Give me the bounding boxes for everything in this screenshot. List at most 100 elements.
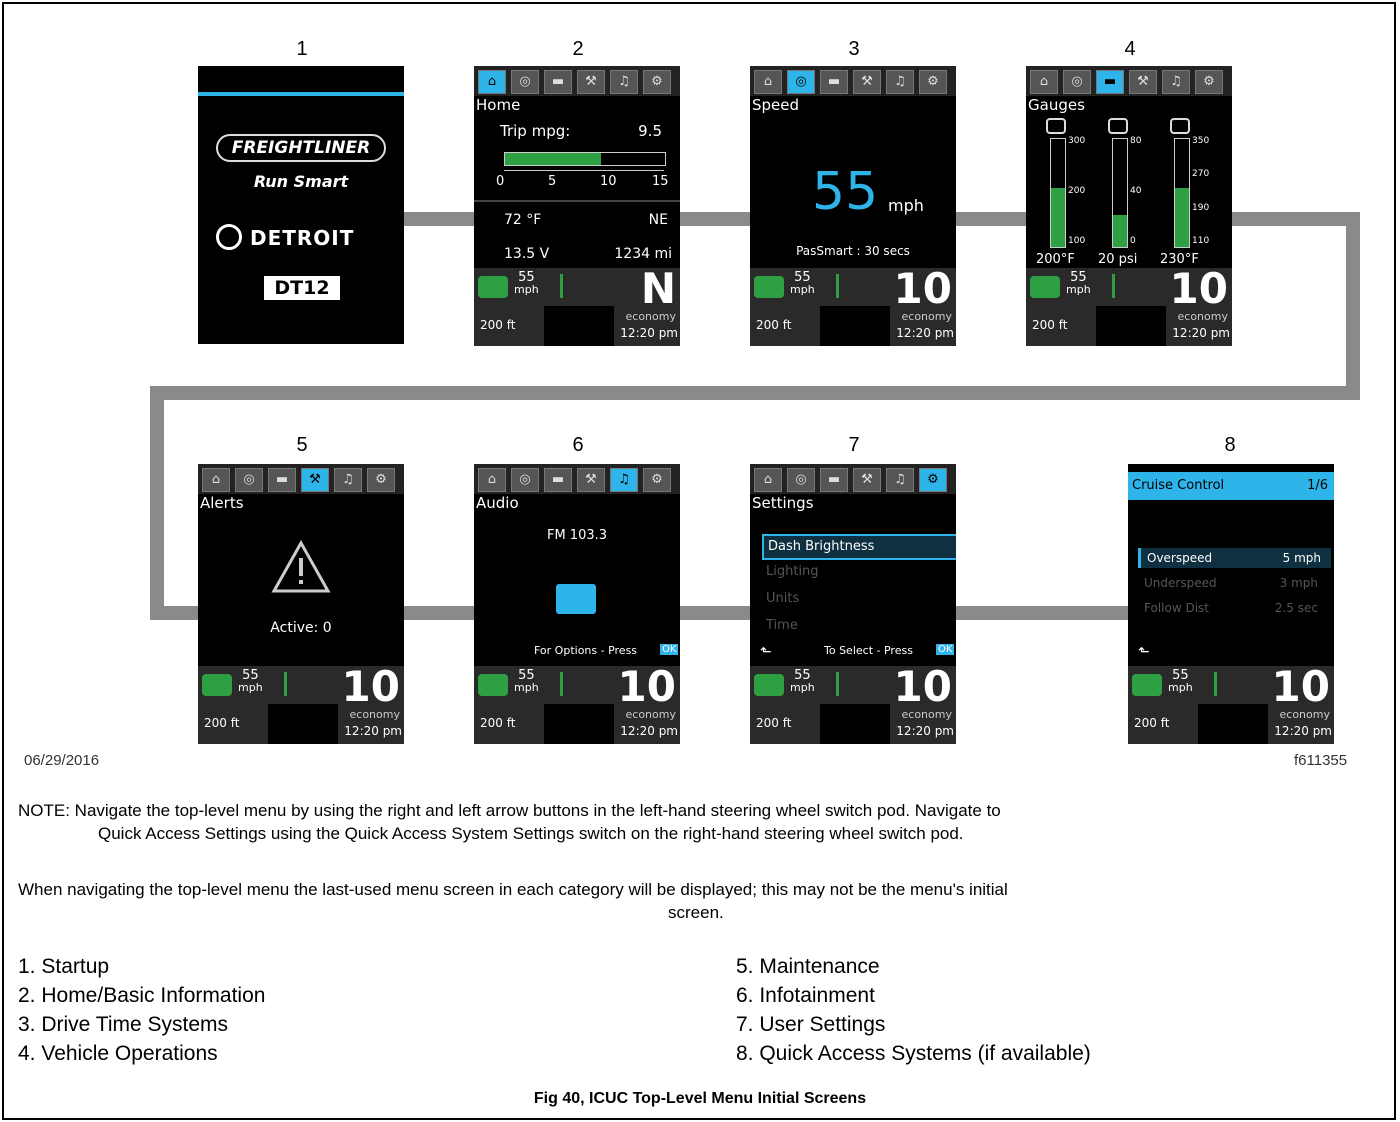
tab-music-icon[interactable]: ♫: [610, 468, 638, 492]
truck-icon: [754, 276, 784, 298]
gauge-tick-label: 350: [1192, 136, 1210, 146]
tab-home-icon[interactable]: ⌂: [478, 70, 506, 94]
detroit-logo-icon: [216, 224, 242, 250]
tab-home-icon[interactable]: ⌂: [478, 468, 506, 492]
gauge-tick-label: 40: [1130, 186, 1142, 196]
quick-row[interactable]: Follow Dist 2.5 sec: [1138, 598, 1328, 618]
tab-truck-icon[interactable]: ▬: [268, 468, 296, 492]
tab-home-icon[interactable]: ⌂: [754, 468, 782, 492]
settings-item[interactable]: Lighting: [762, 561, 954, 583]
ok-button[interactable]: OK: [936, 644, 955, 655]
footer-blank: [820, 306, 890, 346]
quick-row-value: 3 mph: [1279, 576, 1318, 590]
trip-bar: [504, 152, 666, 166]
quick-row-value: 2.5 sec: [1274, 601, 1318, 615]
tab-music-icon[interactable]: ♫: [1162, 70, 1190, 94]
footer-speed-unit: mph: [238, 681, 263, 694]
tab-steering-wheel-icon[interactable]: ◎: [1063, 70, 1091, 94]
truck-icon: [202, 674, 232, 696]
tab-truck-icon[interactable]: ▬: [820, 70, 848, 94]
settings-item[interactable]: Time: [762, 615, 954, 637]
tab-truck-icon[interactable]: ▬: [544, 70, 572, 94]
clock: 12:20 pm: [344, 724, 402, 738]
footer-speed-unit: mph: [790, 283, 815, 296]
tab-truck-icon[interactable]: ▬: [1096, 70, 1124, 94]
gauge-tick-label: 80: [1130, 136, 1142, 146]
tab-home-icon[interactable]: ⌂: [202, 468, 230, 492]
figure-id: f611355: [1294, 752, 1348, 769]
tab-settings-icon[interactable]: ⚙: [643, 468, 671, 492]
figure-caption: Fig 40, ICUC Top-Level Menu Initial Scre…: [533, 1090, 867, 1107]
tab-music-icon[interactable]: ♫: [610, 70, 638, 94]
tab-settings-icon[interactable]: ⚙: [367, 468, 395, 492]
tab-steering-wheel-icon[interactable]: ◎: [235, 468, 263, 492]
screen-title: Audio: [476, 494, 519, 512]
tab-bar: ⌂ ◎ ▬ ⚒ ♫ ⚙: [474, 464, 680, 494]
tab-settings-icon[interactable]: ⚙: [643, 70, 671, 94]
status-footer: 55 mph 10 200 ft economy 12:20 pm: [1128, 662, 1334, 744]
ok-button[interactable]: OK: [660, 644, 679, 655]
gauge-tick-label: 100: [1068, 236, 1086, 246]
screen-settings: Settings Dash Brightness Lighting Units Tim…: [750, 464, 956, 744]
gauge-reading: 200°F: [1036, 252, 1075, 267]
tab-wrench-icon[interactable]: ⚒: [853, 468, 881, 492]
freightliner-logo: FREIGHTLINER: [216, 134, 386, 162]
drive-mode: economy: [625, 708, 676, 721]
quick-row[interactable]: Overspeed 5 mph: [1138, 548, 1331, 568]
truck-icon: [478, 276, 508, 298]
gauge-tick-label: 110: [1192, 236, 1210, 246]
speed-value: 55: [812, 162, 879, 222]
footer-blank: [544, 704, 614, 744]
tab-wrench-icon[interactable]: ⚒: [301, 468, 329, 492]
trip-axis: [504, 170, 664, 171]
tab-music-icon[interactable]: ♫: [886, 70, 914, 94]
legend-item: 8. Quick Access Systems (if available): [736, 1042, 1091, 1065]
gear-indicator: 10: [617, 662, 676, 711]
tab-home-icon[interactable]: ⌂: [1030, 70, 1058, 94]
quick-page: 1/6: [1307, 478, 1328, 493]
connector-right: [1346, 212, 1360, 400]
gauge-bar: [1050, 138, 1066, 248]
tab-steering-wheel-icon[interactable]: ◎: [787, 70, 815, 94]
quick-row[interactable]: Underspeed 3 mph: [1138, 573, 1328, 593]
tab-wrench-icon[interactable]: ⚒: [577, 468, 605, 492]
tab-wrench-icon[interactable]: ⚒: [853, 70, 881, 94]
panel-number-3: 3: [848, 38, 860, 60]
footer-speed: 55 mph: [514, 668, 539, 694]
tab-truck-icon[interactable]: ▬: [544, 468, 572, 492]
following-distance: 200 ft: [480, 716, 516, 730]
quick-header: Cruise Control 1/6: [1128, 472, 1334, 500]
tab-steering-wheel-icon[interactable]: ◎: [787, 468, 815, 492]
panel-number-4: 4: [1124, 38, 1136, 60]
tab-wrench-icon[interactable]: ⚒: [577, 70, 605, 94]
gauge-fill: [1051, 187, 1065, 247]
tab-music-icon[interactable]: ♫: [886, 468, 914, 492]
footer-speed: 55 mph: [1168, 668, 1193, 694]
clock: 12:20 pm: [1172, 326, 1230, 340]
tab-steering-wheel-icon[interactable]: ◎: [511, 70, 539, 94]
clock: 12:20 pm: [620, 724, 678, 738]
following-distance: 200 ft: [756, 716, 792, 730]
back-icon[interactable]: ⬑: [760, 644, 772, 660]
tab-truck-icon[interactable]: ▬: [820, 468, 848, 492]
tab-wrench-icon[interactable]: ⚒: [1129, 70, 1157, 94]
tab-steering-wheel-icon[interactable]: ◎: [511, 468, 539, 492]
gauge-icon: [1108, 118, 1128, 134]
footer-speed-unit: mph: [514, 283, 539, 296]
tab-home-icon[interactable]: ⌂: [754, 70, 782, 94]
panel-number-8: 8: [1224, 434, 1236, 456]
back-icon[interactable]: ⬑: [1138, 644, 1150, 660]
settings-item[interactable]: Dash Brightness: [762, 534, 956, 560]
tab-settings-icon[interactable]: ⚙: [1195, 70, 1223, 94]
quick-row-label: Underspeed: [1144, 576, 1217, 590]
following-distance: 200 ft: [1134, 716, 1170, 730]
warning-icon: [271, 540, 331, 593]
tab-settings-icon[interactable]: ⚙: [919, 468, 947, 492]
footer-blank: [1096, 306, 1166, 346]
settings-item[interactable]: Units: [762, 588, 954, 610]
tab-settings-icon[interactable]: ⚙: [919, 70, 947, 94]
clock: 12:20 pm: [896, 724, 954, 738]
legend-item: 2. Home/Basic Information: [18, 984, 266, 1007]
tab-music-icon[interactable]: ♫: [334, 468, 362, 492]
tab-bar: ⌂ ◎ ▬ ⚒ ♫ ⚙: [1026, 66, 1232, 96]
